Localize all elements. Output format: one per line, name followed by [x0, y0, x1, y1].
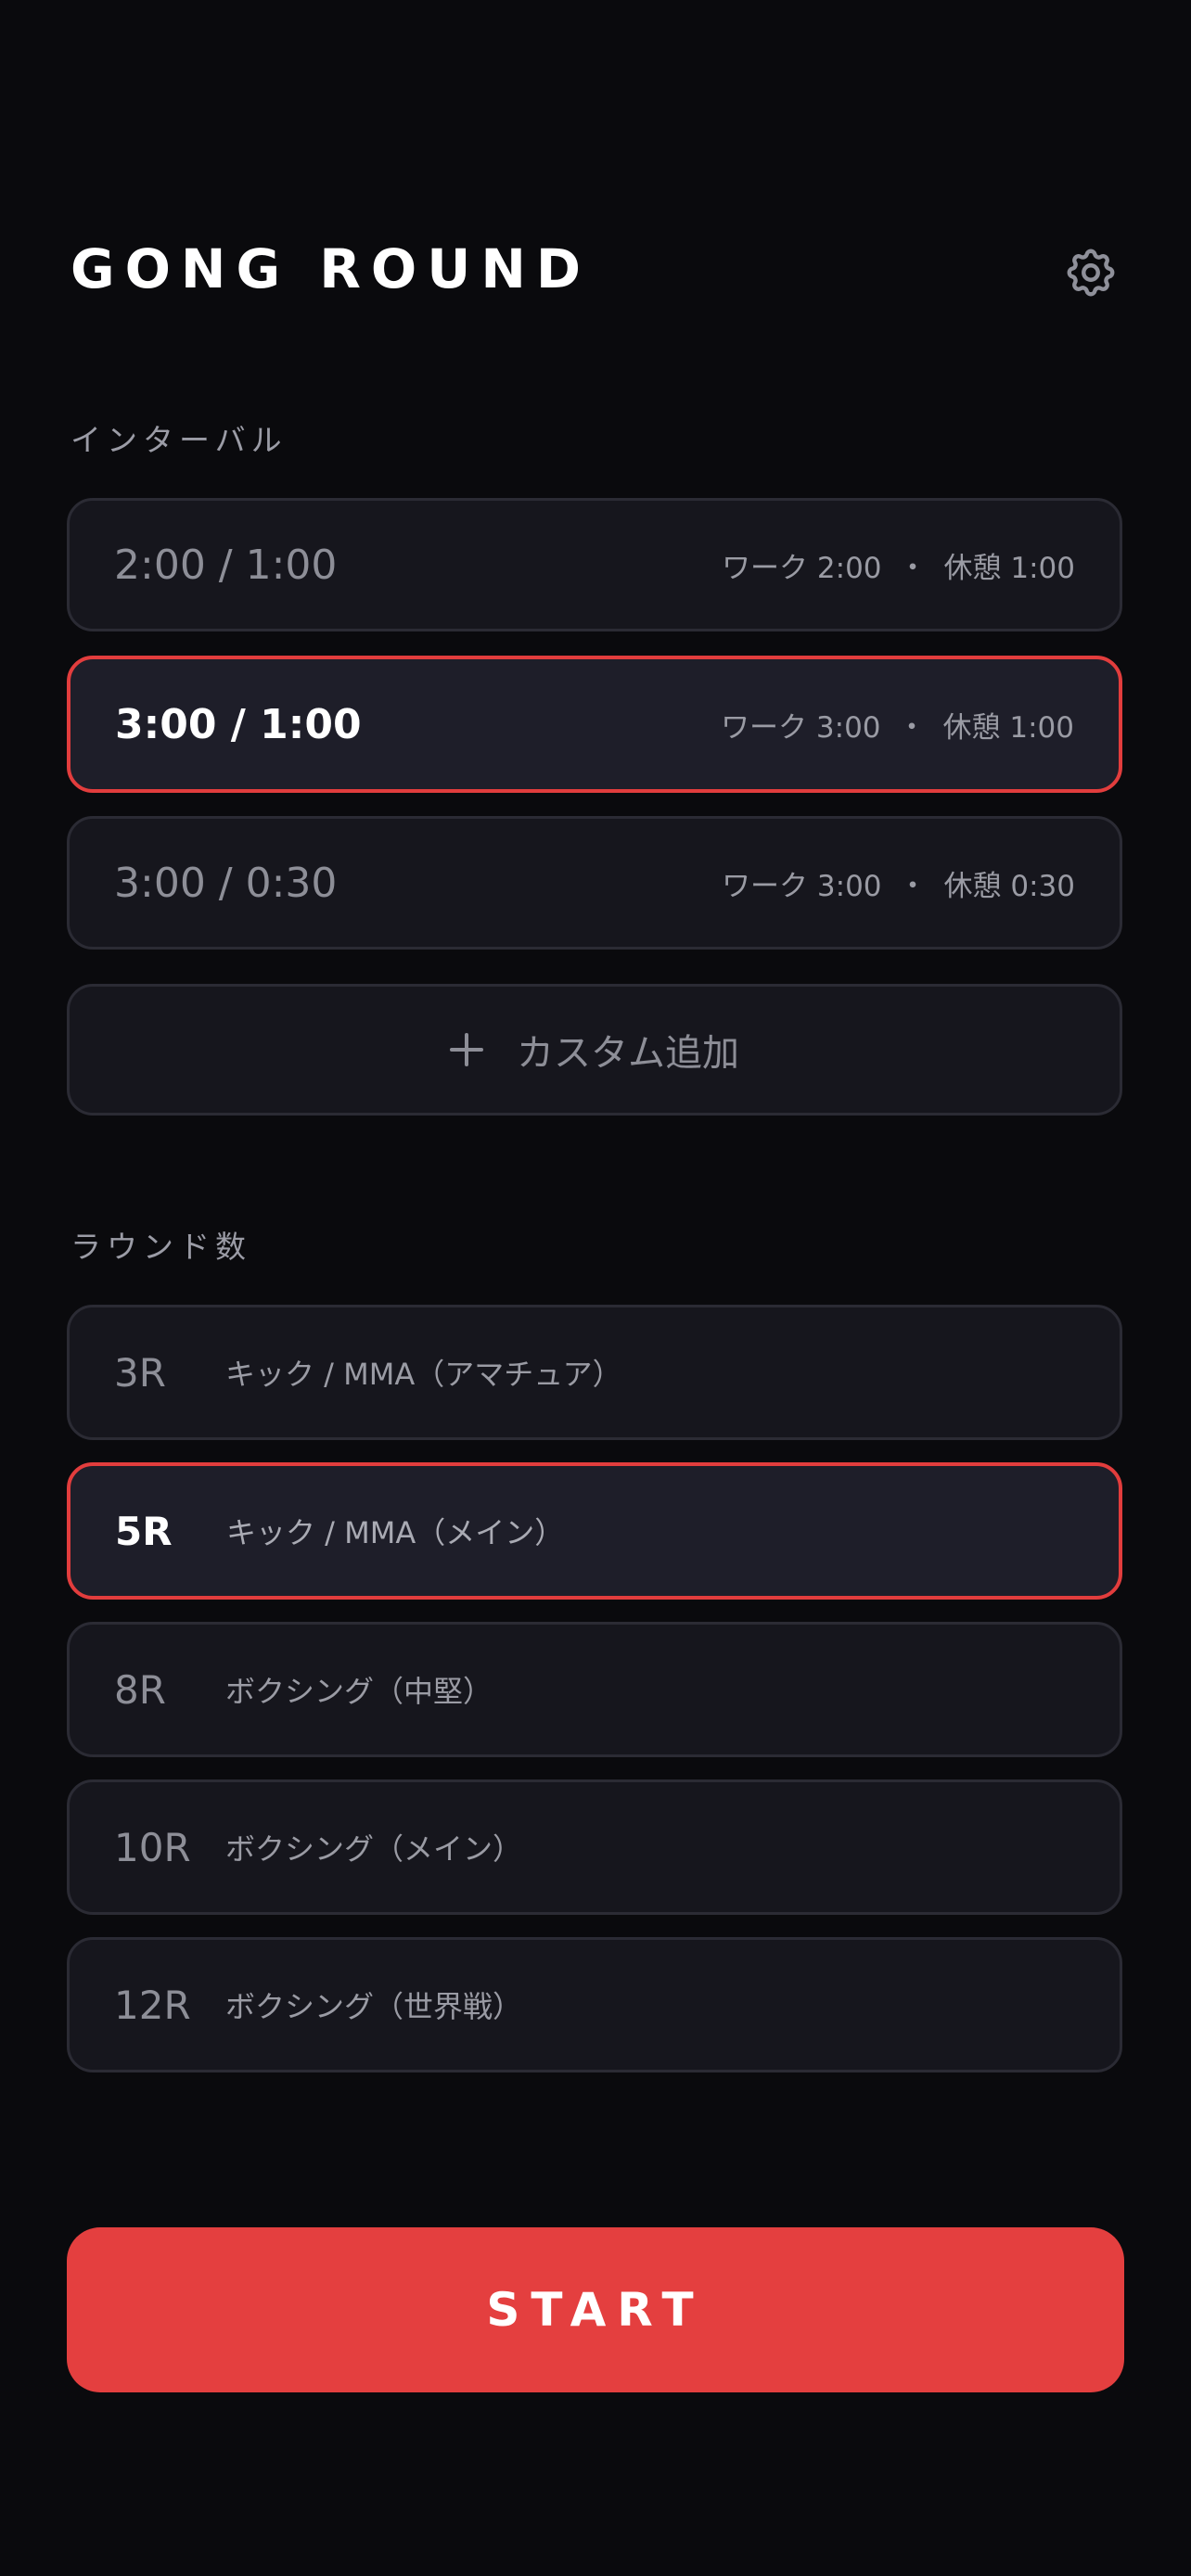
interval-option-2-00-1-00[interactable]: 2:00 / 1:00 ワーク 2:00 ・ 休憩 1:00 — [67, 498, 1122, 631]
interval-option-title: 3:00 / 1:00 — [115, 700, 362, 748]
interval-work-text: ワーク 3:00 — [721, 710, 881, 745]
round-option-12r[interactable]: 12R ボクシング（世界戦） — [67, 1937, 1122, 2072]
round-description: ボクシング（中堅） — [225, 1674, 493, 1709]
app-title: GONG ROUND — [70, 237, 592, 300]
plus-icon — [450, 1033, 483, 1066]
add-custom-interval-button[interactable]: カスタム追加 — [67, 984, 1122, 1116]
round-count: 10R — [114, 1824, 191, 1870]
round-count: 8R — [114, 1666, 166, 1713]
round-description: キック / MMA（アマチュア） — [225, 1357, 622, 1392]
interval-option-title: 2:00 / 1:00 — [114, 541, 338, 589]
round-description: キック / MMA（メイン） — [226, 1515, 565, 1550]
interval-work-text: ワーク 2:00 — [722, 551, 882, 585]
separator-dot: ・ — [897, 710, 927, 745]
interval-option-3-00-0-30[interactable]: 3:00 / 0:30 ワーク 3:00 ・ 休憩 0:30 — [67, 816, 1122, 950]
interval-rest-text: 休憩 0:30 — [943, 869, 1075, 903]
settings-button[interactable] — [1057, 239, 1124, 306]
round-option-10r[interactable]: 10R ボクシング（メイン） — [67, 1779, 1122, 1915]
round-count: 5R — [115, 1508, 173, 1554]
interval-rest-text: 休憩 1:00 — [942, 710, 1074, 745]
round-count: 12R — [114, 1982, 191, 2028]
start-button[interactable]: START — [67, 2227, 1124, 2392]
interval-option-title: 3:00 / 0:30 — [114, 859, 338, 907]
round-option-3r[interactable]: 3R キック / MMA（アマチュア） — [67, 1305, 1122, 1440]
interval-work-text: ワーク 3:00 — [722, 869, 882, 903]
interval-option-detail: ワーク 3:00 ・ 休憩 1:00 — [721, 659, 1074, 789]
round-description: ボクシング（メイン） — [225, 1831, 523, 1867]
gear-icon — [1067, 249, 1115, 297]
interval-option-detail: ワーク 3:00 ・ 休憩 0:30 — [722, 819, 1075, 947]
separator-dot: ・ — [898, 551, 928, 585]
round-option-8r[interactable]: 8R ボクシング（中堅） — [67, 1622, 1122, 1757]
round-description: ボクシング（世界戦） — [225, 1989, 523, 2024]
interval-option-detail: ワーク 2:00 ・ 休憩 1:00 — [722, 501, 1075, 629]
interval-section-label: インターバル — [70, 422, 288, 458]
add-custom-label: カスタム追加 — [517, 1032, 739, 1075]
interval-option-3-00-1-00[interactable]: 3:00 / 1:00 ワーク 3:00 ・ 休憩 1:00 — [67, 656, 1122, 793]
separator-dot: ・ — [898, 869, 928, 903]
interval-rest-text: 休憩 1:00 — [943, 551, 1075, 585]
round-option-5r[interactable]: 5R キック / MMA（メイン） — [67, 1462, 1122, 1600]
round-count: 3R — [114, 1349, 166, 1396]
rounds-section-label: ラウンド数 — [70, 1229, 251, 1265]
